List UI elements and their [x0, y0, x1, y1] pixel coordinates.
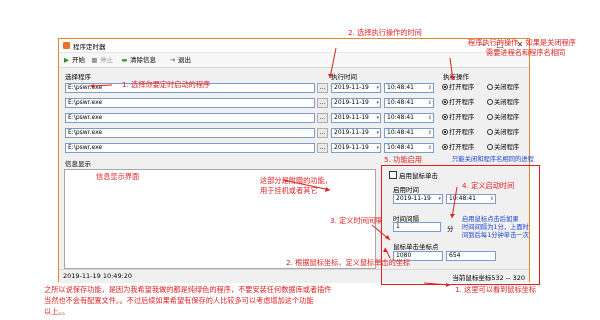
- annotation-save-note-line1: 之所以说保存功能，是因为我希望我做的都是纯绿色的程序，不要安装任何数据库或者插件: [44, 285, 332, 294]
- annotation-click-coords: 2. 根据鼠标坐标，定义鼠标单击的坐标: [286, 258, 411, 267]
- annotation-feature-enable: 5. 功能启用: [384, 155, 422, 164]
- annotation-select-program: 1. 选择你要定时启动的程序: [122, 80, 211, 89]
- annotation-select-time: 2. 选择执行操作的时间: [348, 28, 422, 37]
- annotation-click-note-line3: 间到后每1分钟单击一次: [462, 232, 529, 239]
- annotation-save-note-line2: 当然也不会有配置文件。。不过后续如果希望有保存的人比较多可以考虑增加这个功能: [44, 296, 314, 305]
- annotation-operation-line1: 程序执行的操作，如果是关闭程序: [468, 38, 576, 47]
- annotation-interval: 3. 定义时间间隔: [330, 216, 383, 225]
- annotation-close-same-process: 只能关闭和程序名相同的进程: [452, 156, 534, 163]
- annotation-extra-feature-line1: 这部分是附赠的功能，: [260, 176, 332, 185]
- annotation-save-note-line3: 以上。。: [44, 307, 70, 316]
- annotation-start-time: 4. 定义启动时间: [462, 181, 515, 190]
- annotation-mouse-coords: 1. 这里可以看到鼠标坐标: [455, 285, 537, 294]
- annotation-info-display: 信息显示界面: [96, 172, 140, 181]
- annotation-extra-feature-line2: 用于挂机或者其它: [260, 186, 318, 195]
- annotation-operation-line2: 需要进程名和程序名相同: [486, 48, 566, 57]
